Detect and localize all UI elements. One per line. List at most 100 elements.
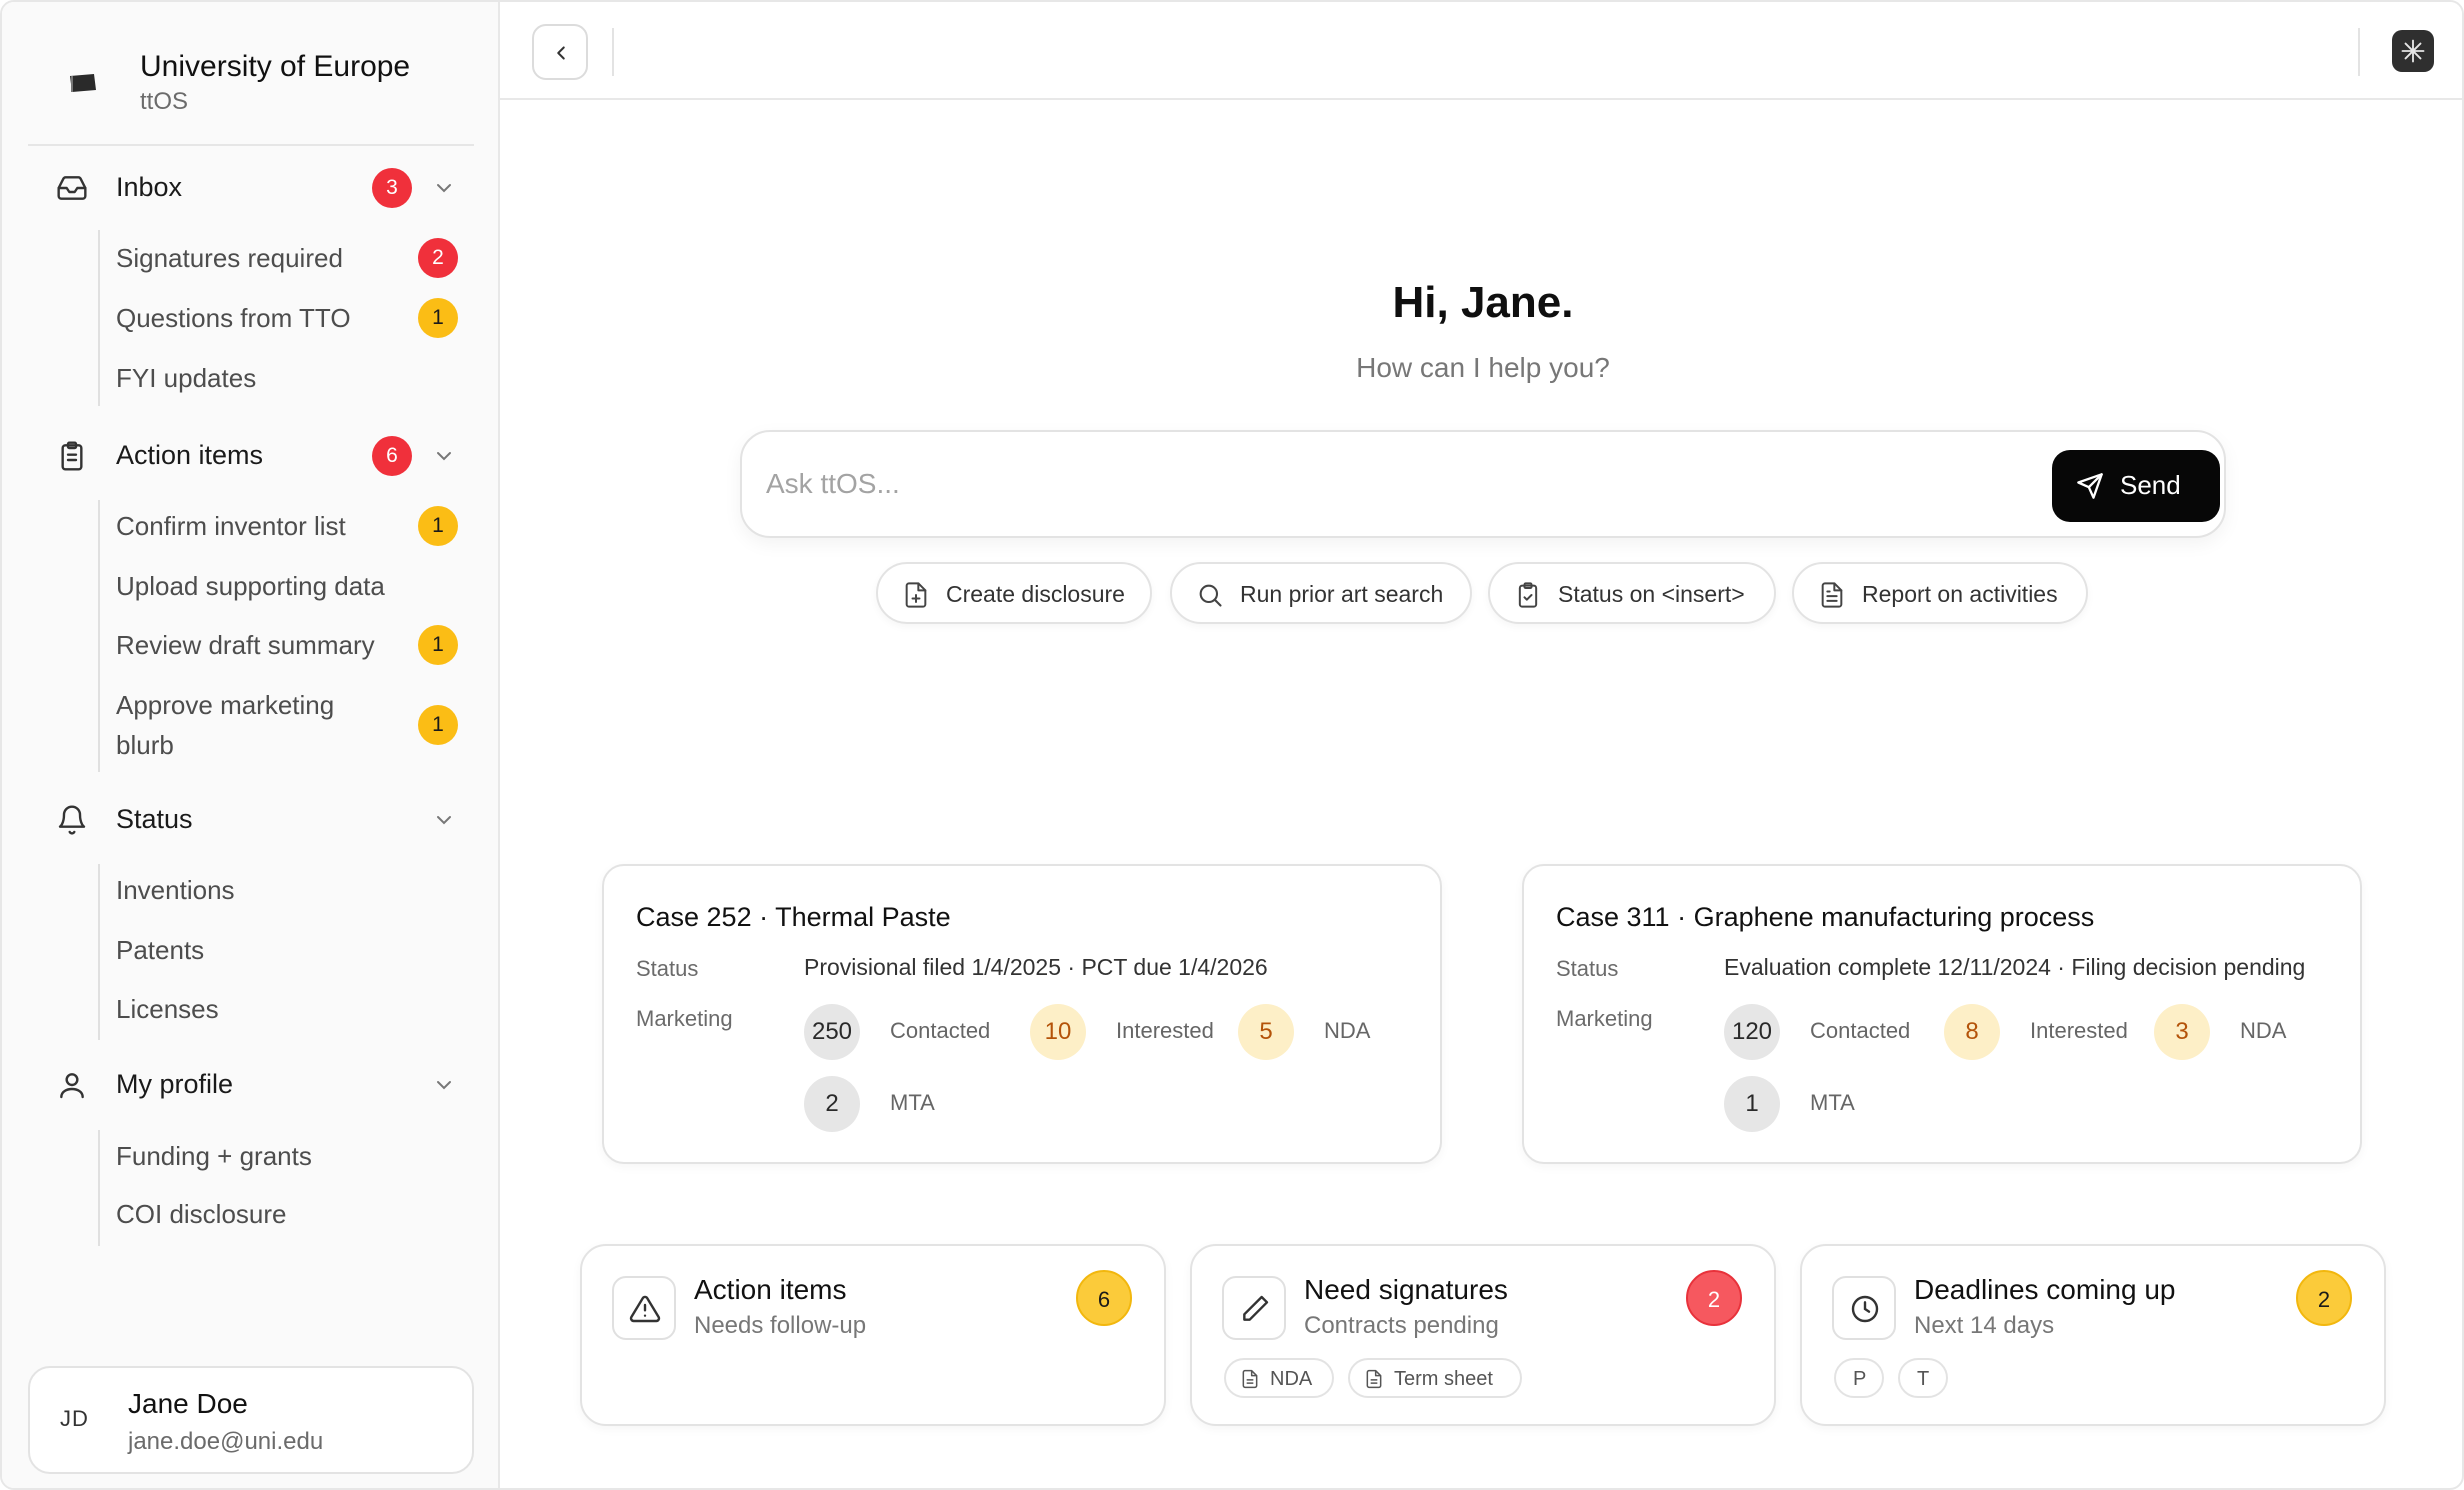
inbox-icon (57, 176, 87, 200)
sidebar-item-licenses[interactable]: Licenses (116, 989, 466, 1029)
nav-section-label: Inbox (116, 172, 183, 202)
chevron-down-icon[interactable] (432, 808, 456, 832)
metric-value: 120 (1724, 1004, 1780, 1060)
sparkle-icon (2401, 39, 2425, 63)
summary-card-action-items[interactable]: Action items Needs follow-up 6 (580, 1244, 1166, 1426)
chip-run-prior-art-search[interactable]: Run prior art search (1170, 562, 1472, 624)
sidebar-item-patents[interactable]: Patents (116, 930, 466, 970)
sidebar-item-approve-marketing-blurb[interactable]: Approve marketing blurb 1 (116, 685, 466, 769)
count-badge: 1 (418, 705, 458, 745)
org-name: University of Europe (140, 50, 411, 83)
clipboard-list-icon (61, 441, 83, 471)
summary-card-deadlines[interactable]: Deadlines coming up Next 14 days 2 P T (1800, 1244, 2386, 1426)
tag-label: P (1853, 1368, 1867, 1390)
file-icon (1242, 1369, 1258, 1389)
chevron-down-icon[interactable] (432, 444, 456, 468)
sidebar-item-label: Questions from TTO (116, 303, 351, 333)
back-button[interactable] (532, 24, 588, 80)
nav-section-label: My profile (116, 1069, 234, 1099)
user-email: jane.doe@uni.edu (128, 1428, 324, 1455)
sidebar-item-fyi-updates[interactable]: FYI updates (116, 358, 466, 398)
sidebar-item-inventions[interactable]: Inventions (116, 870, 466, 910)
tag-term-sheet[interactable]: Term sheet (1348, 1358, 1522, 1398)
alert-triangle-icon (612, 1276, 676, 1340)
metric-value: 250 (804, 1004, 860, 1060)
metric-label: MTA (890, 1090, 935, 1115)
sidebar-item-label: Inventions (116, 875, 235, 905)
file-plus-icon (905, 582, 927, 608)
count-badge: 2 (418, 238, 458, 278)
ask-input[interactable] (766, 462, 1966, 506)
chevron-left-icon (557, 46, 565, 60)
tag-t[interactable]: T (1898, 1358, 1948, 1398)
tag-p[interactable]: P (1834, 1358, 1884, 1398)
status-value: Evaluation complete 12/11/2024 · Filing … (1724, 954, 2306, 980)
sidebar-item-upload-supporting-data[interactable]: Upload supporting data (116, 566, 466, 606)
metric-value: 2 (804, 1076, 860, 1132)
nav-section-label: Status (116, 804, 193, 834)
chip-report-on-activities[interactable]: Report on activities (1792, 562, 2088, 624)
metric-label: MTA (1810, 1090, 1855, 1115)
case-card[interactable]: Case 252 · Thermal Paste Status Provisio… (602, 864, 1442, 1164)
summary-subtitle: Needs follow-up (694, 1312, 867, 1339)
summary-title: Need signatures (1304, 1274, 1508, 1305)
search-icon (1199, 584, 1222, 607)
count-badge: 1 (418, 506, 458, 546)
marketing-label: Marketing (636, 1006, 733, 1031)
case-title: Case 311 · Graphene manufacturing proces… (1556, 902, 2095, 932)
tree-line (98, 1130, 100, 1246)
chevron-down-icon[interactable] (432, 1073, 456, 1097)
summary-count-badge: 6 (1076, 1270, 1132, 1326)
assistant-button[interactable] (2392, 30, 2434, 72)
app-window: University of Europe ttOS Inbox 3 Signat… (0, 0, 2464, 1490)
sidebar: University of Europe ttOS Inbox 3 Signat… (2, 2, 500, 1488)
user-name: Jane Doe (128, 1388, 248, 1419)
greeting: Hi, Jane. (1392, 278, 1574, 327)
greeting-subtitle: How can I help you? (1356, 352, 1610, 383)
chevron-down-icon[interactable] (432, 176, 456, 200)
tree-line (98, 864, 100, 1040)
metric-value: 8 (1944, 1004, 2000, 1060)
status-value: Provisional filed 1/4/2025 · PCT due 1/4… (804, 954, 1268, 980)
user-icon (60, 1073, 84, 1099)
sidebar-item-confirm-inventor-list[interactable]: Confirm inventor list 1 (116, 506, 466, 546)
metric-label: Interested (1116, 1018, 1214, 1043)
sidebar-item-signatures-required[interactable]: Signatures required 2 (116, 238, 466, 278)
user-profile-card[interactable]: JD Jane Doe jane.doe@uni.edu (28, 1366, 474, 1474)
nav-section-inbox[interactable]: Inbox 3 (28, 158, 474, 218)
tree-line (98, 230, 100, 406)
sidebar-item-label: Signatures required (116, 243, 343, 273)
bell-icon (58, 805, 86, 835)
nav-section-my-profile[interactable]: My profile (28, 1055, 474, 1115)
case-card[interactable]: Case 311 · Graphene manufacturing proces… (1522, 864, 2362, 1164)
nav-section-action-items[interactable]: Action items 6 (28, 426, 474, 486)
sidebar-item-label: Confirm inventor list (116, 511, 346, 541)
metric-label: Interested (2030, 1018, 2128, 1043)
summary-count-badge: 2 (2296, 1270, 2352, 1326)
count-badge: 1 (418, 625, 458, 665)
sidebar-item-review-draft-summary[interactable]: Review draft summary 1 (116, 625, 466, 665)
nav-section-status[interactable]: Status (28, 790, 474, 850)
send-button[interactable]: Send (2052, 450, 2220, 522)
sidebar-item-coi-disclosure[interactable]: COI disclosure (116, 1194, 466, 1234)
chip-status-on-insert[interactable]: Status on <insert> (1488, 562, 1776, 624)
pen-icon (1222, 1276, 1286, 1340)
tag-label: T (1917, 1368, 1930, 1390)
summary-card-need-signatures[interactable]: Need signatures Contracts pending 2 NDA … (1190, 1244, 1776, 1426)
divider (612, 28, 614, 76)
chip-create-disclosure[interactable]: Create disclosure (876, 562, 1152, 624)
org-switcher[interactable]: University of Europe ttOS (28, 28, 474, 146)
summary-count-badge: 2 (1686, 1270, 1742, 1326)
inbox-count-badge: 3 (372, 168, 412, 208)
file-text-icon (1821, 582, 1843, 608)
sidebar-item-funding-grants[interactable]: Funding + grants (116, 1136, 466, 1176)
tree-line (98, 500, 100, 772)
action-items-count-badge: 6 (372, 436, 412, 476)
sidebar-item-questions-from-tto[interactable]: Questions from TTO 1 (116, 298, 466, 338)
tag-nda[interactable]: NDA (1224, 1358, 1334, 1398)
sidebar-item-label: COI disclosure (116, 1199, 287, 1229)
sidebar-item-label: Funding + grants (116, 1141, 312, 1171)
divider (2358, 28, 2360, 76)
clipboard-check-icon (1518, 582, 1538, 608)
metric-label: Contacted (1810, 1018, 1911, 1043)
